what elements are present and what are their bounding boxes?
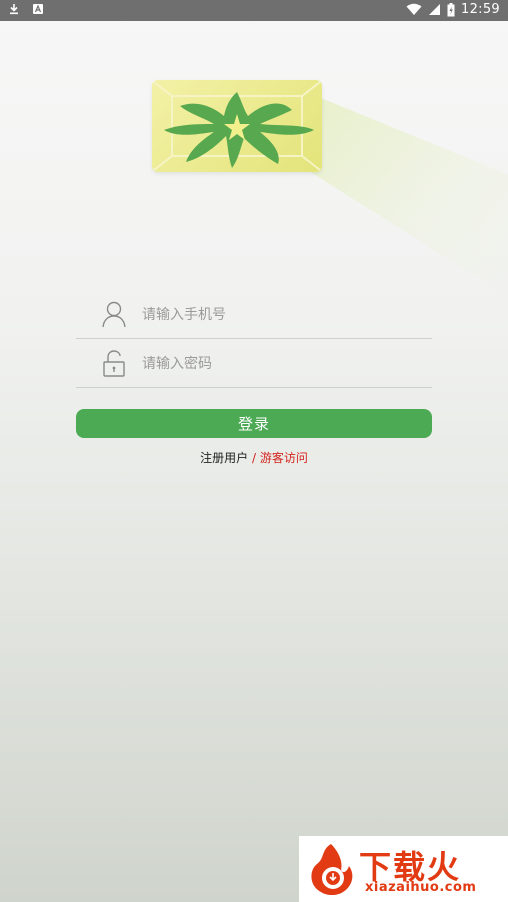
battery-icon (447, 2, 455, 16)
password-field (76, 339, 432, 388)
register-link[interactable]: 注册用户 (200, 451, 248, 465)
download-icon (10, 4, 18, 15)
watermark: 下载火 xiazaihuo.com (299, 836, 508, 902)
link-separator: / (248, 451, 260, 465)
phone-field (76, 290, 432, 339)
status-time: 12:59 (461, 2, 500, 17)
logo-light-beam (300, 89, 508, 297)
login-button[interactable]: 登录 (76, 409, 432, 438)
guest-access-link[interactable]: 游客访问 (260, 451, 308, 465)
watermark-url: xiazaihuo.com (365, 880, 477, 895)
status-bar: 12:59 (0, 0, 508, 21)
phone-input[interactable] (140, 303, 424, 327)
flame-logo-icon (311, 844, 353, 895)
notification-a-icon (33, 4, 43, 14)
signal-icon (429, 4, 441, 15)
wifi-icon (406, 3, 422, 15)
app-logo-icon (153, 81, 321, 171)
lock-icon (103, 350, 125, 377)
user-icon (102, 301, 126, 328)
password-input[interactable] (140, 352, 424, 376)
auth-links: 注册用户 / 游客访问 (0, 449, 508, 466)
app-logo (152, 80, 322, 172)
